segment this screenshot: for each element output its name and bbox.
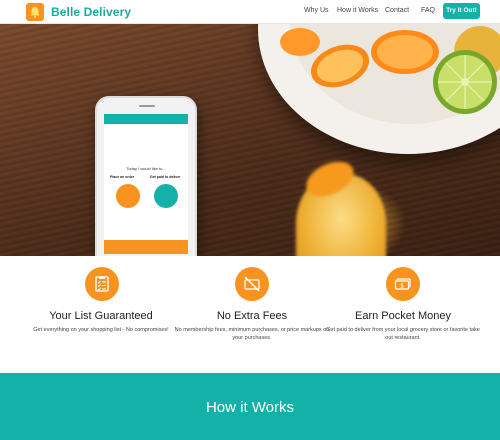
hero-image: Today I would like to... Place an order …	[0, 24, 500, 256]
nav-link-why-us[interactable]: Why Us	[304, 7, 329, 14]
how-it-works-section: How it Works	[0, 373, 500, 440]
phone-screen: Today I would like to... Place an order …	[104, 114, 188, 254]
bell-logo-icon[interactable]	[26, 3, 44, 21]
no-fees-icon	[235, 267, 269, 301]
feature-title-fees: No Extra Fees	[216, 310, 288, 322]
brand-name[interactable]: Belle Delivery	[51, 5, 131, 19]
app-header-bar	[104, 114, 188, 124]
phone-speaker	[139, 105, 155, 107]
app-option-deliver: Get paid to deliver	[150, 175, 181, 179]
svg-text:$: $	[400, 283, 404, 290]
how-it-works-title: How it Works	[205, 399, 295, 416]
app-order-icon	[116, 184, 140, 208]
app-prompt: Today I would like to...	[126, 166, 166, 171]
feature-title-money: Earn Pocket Money	[355, 310, 451, 322]
feature-desc-fees: No membership fees, minimum purchases, o…	[174, 327, 330, 341]
fruit-illustration	[280, 26, 500, 114]
money-icon: $	[386, 267, 420, 301]
feature-desc-list: Get everything on your shopping list - N…	[33, 327, 169, 333]
app-cart-icon	[154, 184, 178, 208]
feature-desc-money: Get paid to deliver from your local groc…	[326, 327, 480, 341]
nav-link-how-it-works[interactable]: How it Works	[337, 7, 378, 14]
try-it-out-button[interactable]: Try It Out!	[443, 3, 480, 19]
nav-link-contact[interactable]: Contact	[385, 7, 409, 14]
feature-title-list: Your List Guaranteed	[49, 310, 153, 322]
phone-mockup: Today I would like to... Place an order …	[95, 96, 197, 256]
checklist-icon	[85, 267, 119, 301]
app-option-order: Place an order	[110, 175, 135, 179]
nav-link-faq[interactable]: FAQ	[421, 7, 435, 14]
top-navbar: Belle Delivery Why Us How it Works Conta…	[0, 0, 500, 24]
app-footer-bar	[104, 240, 188, 254]
